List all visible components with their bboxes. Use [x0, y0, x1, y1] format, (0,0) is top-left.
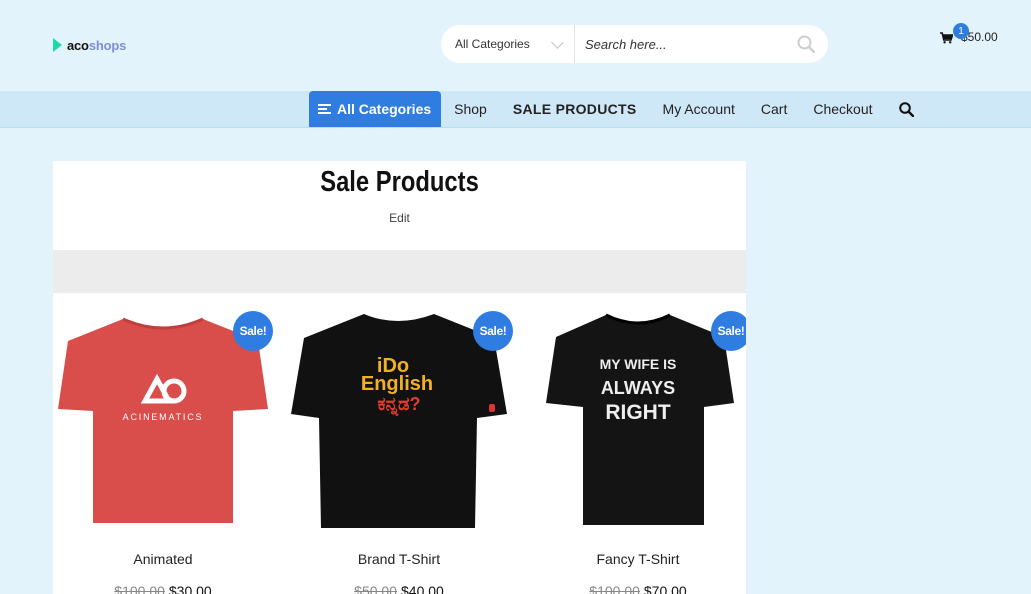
- search-button[interactable]: [784, 25, 828, 63]
- sale-badge: Sale!: [473, 311, 513, 351]
- product-old-price: $50.00: [354, 583, 397, 594]
- nav-all-categories[interactable]: All Categories: [309, 91, 442, 127]
- product-sale-price: $30.00: [168, 583, 212, 594]
- tshirt-print-1: MY WIFE IS: [600, 356, 677, 372]
- product-price: $50.00 $40.00: [289, 583, 509, 594]
- product-price: $100.00 $30.00: [53, 583, 273, 594]
- product-image[interactable]: ACINEMATICS Sale!: [53, 311, 273, 531]
- product-old-price: $100.00: [589, 583, 640, 594]
- product-card[interactable]: iDo English ಕನ್ನಡ? Sale! Brand T-Shirt $…: [289, 311, 513, 594]
- nav-item-my-account[interactable]: My Account: [650, 91, 748, 127]
- nav-item-checkout[interactable]: Checkout: [800, 91, 885, 127]
- category-select-value: All Categories: [455, 37, 530, 51]
- product-old-price: $100.00: [114, 583, 165, 594]
- tshirt-print-1: ACINEMATICS: [123, 412, 204, 422]
- product-sale-price: $70.00: [643, 583, 687, 594]
- logo-text-part1: aco: [67, 37, 89, 53]
- chevron-down-icon: [551, 36, 564, 49]
- product-image[interactable]: MY WIFE IS ALWAYS RIGHT Sale!: [528, 311, 746, 531]
- menu-icon: [318, 102, 331, 116]
- tshirt-image: iDo English ಕನ್ನಡ?: [291, 314, 507, 528]
- sale-badge: Sale!: [711, 311, 746, 351]
- logo-text-part2: shops: [88, 37, 127, 53]
- product-image[interactable]: iDo English ಕನ್ನಡ? Sale!: [289, 311, 513, 534]
- tshirt-image: MY WIFE IS ALWAYS RIGHT: [546, 313, 734, 525]
- product-price: $100.00 $70.00: [528, 583, 746, 594]
- nav-all-categories-label: All Categories: [337, 101, 432, 117]
- tshirt-print-3: RIGHT: [605, 401, 671, 424]
- header-cart[interactable]: 1 $50.00: [940, 23, 998, 44]
- product-name[interactable]: Fancy T-Shirt: [528, 551, 746, 567]
- product-card[interactable]: MY WIFE IS ALWAYS RIGHT Sale! Fancy T-Sh…: [528, 311, 746, 594]
- nav-search-button[interactable]: [886, 91, 927, 127]
- tshirt-print-2: ALWAYS: [601, 378, 675, 398]
- cart-count-badge: 1: [953, 23, 969, 39]
- tshirt-print-2: English: [361, 373, 433, 395]
- content-band: [53, 250, 746, 293]
- product-name[interactable]: Animated: [53, 551, 273, 567]
- nav-item-sale-products[interactable]: SALE PRODUCTS: [500, 91, 650, 127]
- product-sale-price: $40.00: [401, 583, 444, 594]
- product-card[interactable]: ACINEMATICS Sale! Animated $100.00 $30.00: [53, 311, 273, 594]
- cart-icon: [940, 32, 953, 44]
- nav-item-shop[interactable]: Shop: [441, 91, 500, 127]
- product-name[interactable]: Brand T-Shirt: [289, 551, 509, 567]
- edit-link[interactable]: Edit: [53, 211, 746, 225]
- site-logo[interactable]: acoshops: [53, 37, 126, 53]
- main-nav: All Categories Shop SALE PRODUCTS My Acc…: [309, 91, 927, 127]
- search-bar: All Categories: [441, 25, 828, 63]
- search-input[interactable]: [575, 25, 784, 63]
- category-select[interactable]: All Categories: [441, 25, 575, 63]
- site-header: acoshops All Categories 1 $50.00: [0, 0, 1031, 91]
- logo-mark-icon: [53, 37, 63, 53]
- svg-text:ಕನ್ನಡ?: ಕನ್ನಡ?: [378, 394, 421, 416]
- search-icon: [797, 35, 815, 53]
- page-title: Sale Products: [320, 166, 479, 198]
- search-icon: [898, 101, 914, 117]
- nav-item-cart[interactable]: Cart: [748, 91, 800, 127]
- main-navbar: All Categories Shop SALE PRODUCTS My Acc…: [0, 91, 1031, 128]
- page-content: Sale Products Edit ACINEMATICS Sale! Ani…: [53, 161, 746, 594]
- sale-badge: Sale!: [233, 311, 273, 351]
